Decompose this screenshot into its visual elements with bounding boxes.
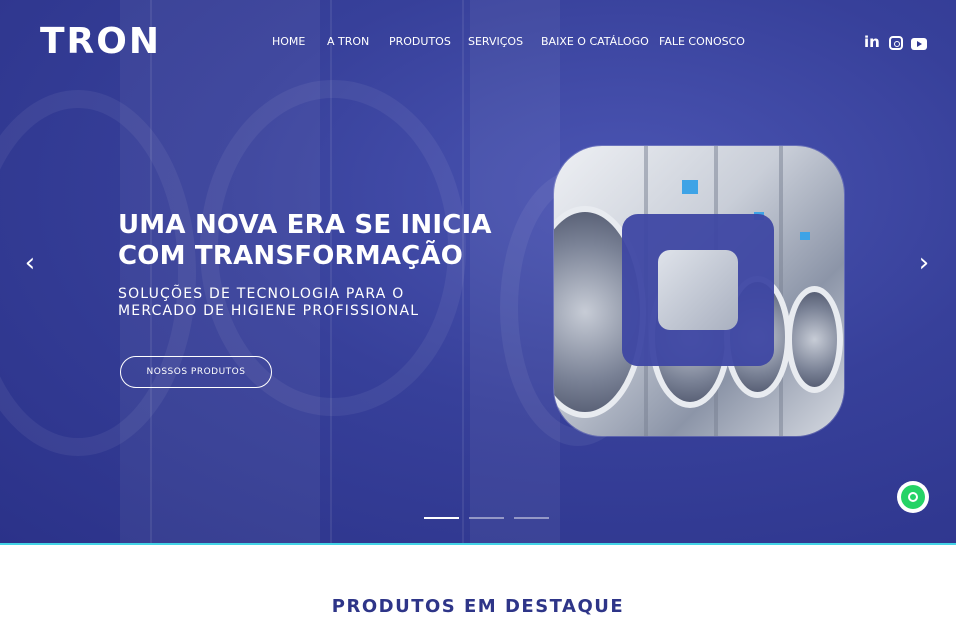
social-links: in [864, 34, 927, 51]
youtube-icon[interactable] [911, 37, 927, 50]
nav-baixe-catalogo[interactable]: BAIXE O CATÁLOGO [541, 35, 649, 48]
slider-prev-arrow[interactable]: ‹ [20, 250, 40, 276]
hero-subheadline-line2: MERCADO DE HIGIENE PROFISSIONAL [118, 303, 420, 319]
app-icon-image [554, 146, 844, 436]
nav-fale-conosco[interactable]: FALE CONOSCO [659, 35, 745, 48]
nav-servicos[interactable]: SERVIÇOS [468, 35, 523, 48]
instagram-icon[interactable] [889, 35, 903, 50]
hero-headline: UMA NOVA ERA SE INICIA COM TRANSFORMAÇÃO [118, 210, 492, 272]
nossos-produtos-button[interactable]: NOSSOS PRODUTOS [120, 356, 272, 388]
washer-display [682, 180, 698, 194]
washer-drum [786, 286, 843, 393]
hero-headline-line2: COM TRANSFORMAÇÃO [118, 241, 464, 271]
whatsapp-bubble-icon [901, 485, 925, 509]
hero-bottom-accent [0, 543, 956, 545]
nav-home[interactable]: HOME [272, 35, 305, 48]
slider-dot-2[interactable] [469, 517, 504, 519]
slider-dot-1[interactable] [424, 517, 459, 519]
featured-products-title: PRODUTOS EM DESTAQUE [331, 596, 625, 617]
tron-mark-window [658, 250, 738, 330]
whatsapp-icon[interactable] [897, 481, 929, 513]
slider-pagination [424, 517, 549, 519]
washer-display [800, 232, 810, 240]
slider-next-arrow[interactable]: › [914, 250, 934, 276]
nav-a-tron[interactable]: A TRON [327, 35, 369, 48]
slider-dot-3[interactable] [514, 517, 549, 519]
hero-headline-line1: UMA NOVA ERA SE INICIA [118, 210, 492, 240]
hero-slider: TRON HOME A TRON PRODUTOS SERVIÇOS BAIXE… [0, 0, 956, 544]
hero-subheadline-line1: SOLUÇÕES DE TECNOLOGIA PARA O [118, 286, 405, 302]
nav-produtos[interactable]: PRODUTOS [389, 35, 451, 48]
linkedin-icon[interactable]: in [864, 34, 881, 51]
tron-logo[interactable]: TRON [40, 24, 161, 60]
hero-subheadline: SOLUÇÕES DE TECNOLOGIA PARA O MERCADO DE… [118, 286, 419, 320]
